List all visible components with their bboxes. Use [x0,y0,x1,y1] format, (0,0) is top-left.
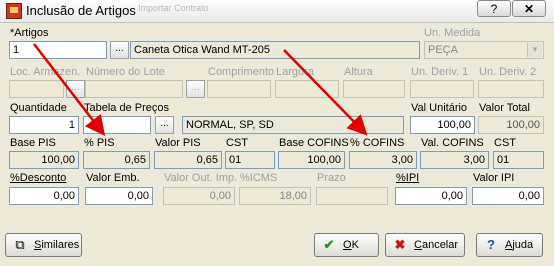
valor-out-imp-field: 0,00 [163,187,235,205]
x-icon: ✖ [394,237,406,252]
artigos-label: *Artigos [10,27,49,39]
ipi-input[interactable]: 0,00 [395,187,467,205]
base-cofins-label: Base COFINS [279,137,349,149]
ajuda-label: Ajuda [505,239,534,251]
help-icon: ? [487,237,495,252]
valor-cofins-field: 3,00 [420,151,489,169]
similar-items-icon: ⧉ [15,237,25,252]
base-cofins-field: 100,00 [278,151,345,169]
background-window-title: Importar Contrato [138,3,209,13]
valor-total-field: 100,00 [478,116,544,134]
title-bar: Inclusão de Artigos Importar Contrato ? … [0,0,554,23]
ajuda-button[interactable]: ? Ajuda [476,233,543,257]
comprimento-input [207,80,271,98]
tabela-lookup-button[interactable]: ... [155,116,174,134]
similares-label: Similares [34,239,80,251]
check-icon: ✔ [323,237,335,252]
un-deriv-2-input [478,80,544,98]
valor-total-label: Valor Total [479,102,530,114]
help-window-button[interactable]: ? [477,0,511,17]
pct-pis-field: 0,65 [83,151,150,169]
cst-cofins-label: CST [494,137,516,149]
close-window-button[interactable]: ✕ [512,0,546,17]
artigos-lookup-button[interactable]: ... [110,41,129,59]
app-icon [6,3,22,19]
cst-pis-label: CST [226,137,248,149]
base-pis-label: Base PIS [10,137,56,149]
icms-label: %ICMS [240,172,278,184]
pct-cofins-label: % COFINS [350,137,405,149]
altura-label: Altura [344,66,373,78]
icms-field: 18,00 [239,187,311,205]
valor-ipi-label: Valor IPI [473,172,515,184]
un-deriv-1-label: Un. Deriv. 1 [411,66,469,78]
desconto-input[interactable]: 0,00 [9,187,79,205]
un-medida-select: PEÇA ▼ [424,41,544,59]
valor-pis-label: Valor PIS [155,137,201,149]
tabela-descricao-field: NORMAL, SP, SD [182,116,404,134]
un-medida-value: PEÇA [428,44,458,56]
pct-cofins-field: 3,00 [349,151,417,169]
prazo-label: Prazo [317,172,346,184]
largura-label: Largura [276,66,314,78]
cancelar-label: Cancelar [414,239,459,251]
lote-label: Número do Lote [86,66,165,78]
ok-label: OK [343,239,359,251]
altura-input [343,80,405,98]
valor-cofins-label: Val. COFINS [421,137,484,149]
descricao-field: Caneta Otica Wand MT-205 [130,41,420,59]
loc-lookup-button: ... [66,80,85,98]
valor-unitario-input[interactable]: 100,00 [410,116,475,134]
valor-emb-input[interactable]: 0,00 [85,187,153,205]
ok-button[interactable]: ✔ OK [314,233,379,257]
largura-input [275,80,339,98]
tabela-precos-input[interactable] [83,116,151,134]
window-title: Inclusão de Artigos [26,3,136,18]
quantidade-label: Quantidade [10,102,67,114]
artigos-input[interactable]: 1 [9,41,107,59]
ipi-label: %IPI [396,172,420,184]
valor-unitario-label: Val Unitário [411,102,468,114]
lote-lookup-button: ... [186,80,205,98]
valor-out-imp-label: Valor Out. Imp. [164,172,238,184]
base-pis-field: 100,00 [9,151,79,169]
valor-pis-field: 0,65 [154,151,222,169]
loc-armazen-label: Loc. Armazen. [10,66,81,78]
un-deriv-1-input [410,80,474,98]
loc-armazen-input [9,80,64,98]
cst-pis-field: 01 [225,151,275,169]
valor-emb-label: Valor Emb. [86,172,140,184]
cst-cofins-field: 01 [493,151,544,169]
cancelar-button[interactable]: ✖ Cancelar [385,233,465,257]
desconto-label: %Desconto [10,172,67,184]
un-deriv-2-label: Un. Deriv. 2 [479,66,537,78]
chevron-down-icon: ▼ [527,43,542,57]
pct-pis-label: % PIS [84,137,115,149]
similares-button[interactable]: ⧉ Similares [5,233,82,257]
quantidade-input[interactable]: 1 [9,116,79,134]
prazo-field [316,187,388,205]
valor-ipi-input[interactable]: 0,00 [472,187,544,205]
un-medida-label: Un. Medida [424,27,481,39]
lote-input [85,80,183,98]
tabela-precos-label: Tabela de Preços [84,102,169,114]
comprimento-label: Comprimento [208,66,275,78]
